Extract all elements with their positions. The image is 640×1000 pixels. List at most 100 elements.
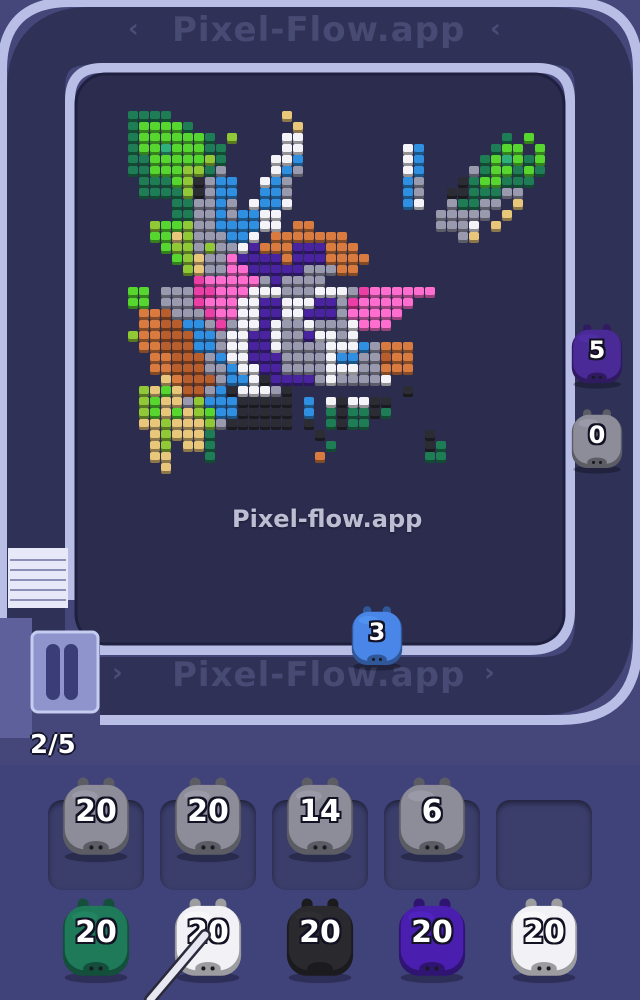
pixel-block (359, 408, 369, 419)
shooter-shape (307, 962, 333, 975)
queue-shooter[interactable]: 6 (386, 772, 478, 864)
pixel-block (205, 364, 215, 375)
queue-shooter[interactable]: 14 (274, 772, 366, 864)
pixel-block (216, 221, 226, 232)
pixel-block (150, 353, 160, 364)
pixel-block (227, 188, 237, 199)
pixel-block (183, 232, 193, 243)
pixel-block (436, 221, 446, 232)
pixel-block (414, 155, 424, 166)
pixel-block (370, 309, 380, 320)
pixel-block (348, 309, 358, 320)
pixel-block (392, 364, 402, 375)
pixel-block (447, 199, 457, 210)
queue-shooter[interactable]: 20 (162, 772, 254, 864)
pixel-block (260, 199, 270, 210)
queue-shooter[interactable]: 20 (498, 893, 590, 985)
queue-shooter[interactable]: 20 (274, 893, 366, 985)
pixel-block (205, 265, 215, 276)
pixel-block (249, 298, 259, 309)
pixel-block (216, 419, 226, 430)
pixel-block (469, 166, 479, 177)
pixel-block (337, 331, 347, 342)
pixel-block (139, 419, 149, 430)
pixel-block (150, 122, 160, 133)
pixel-block (260, 386, 270, 397)
pixel-block (205, 320, 215, 331)
pixel-block (348, 353, 358, 364)
pixel-block (194, 287, 204, 298)
pixel-block (238, 287, 248, 298)
pixel-block (139, 122, 149, 133)
chevron-left-icon: ‹ (128, 14, 139, 44)
pixel-block (172, 133, 182, 144)
pixel-block (183, 430, 193, 441)
shooter-count: 20 (187, 794, 229, 829)
pixel-block (271, 287, 281, 298)
shooter-count: 0 (588, 421, 606, 449)
pixel-block (139, 298, 149, 309)
pixel-block (282, 177, 292, 188)
pixel-block (172, 353, 182, 364)
shooter-shape (210, 966, 215, 971)
pixel-block (183, 122, 193, 133)
queue-slot-empty[interactable] (496, 800, 592, 890)
pixel-block (271, 375, 281, 386)
pixel-block (260, 210, 270, 221)
pixel-block (194, 342, 204, 353)
pixel-block (513, 177, 523, 188)
pixel-block (260, 320, 270, 331)
pixel-block (282, 287, 292, 298)
pixel-block (370, 353, 380, 364)
pixel-block (304, 298, 314, 309)
pixel-block (326, 331, 336, 342)
pixel-block (216, 232, 226, 243)
pixel-block (359, 320, 369, 331)
pixel-block (293, 298, 303, 309)
pixel-block (491, 188, 501, 199)
pixel-block (282, 199, 292, 210)
pixel-block (337, 375, 347, 386)
pixel-block (414, 166, 424, 177)
pixel-block (447, 188, 457, 199)
pixel-block (172, 364, 182, 375)
pixel-block (150, 419, 160, 430)
pixel-block (172, 155, 182, 166)
pixel-block (293, 287, 303, 298)
pixel-block (315, 320, 325, 331)
pixel-block (359, 298, 369, 309)
pixel-block (205, 155, 215, 166)
pixel-block (282, 353, 292, 364)
pixel-block (458, 188, 468, 199)
pixel-block (293, 166, 303, 177)
pixel-block (260, 353, 270, 364)
queue-shooter[interactable]: 20 (162, 893, 254, 985)
queue-shooter[interactable]: 20 (50, 893, 142, 985)
pixel-block (337, 364, 347, 375)
pixel-block (238, 375, 248, 386)
shooter-count: 20 (187, 915, 229, 950)
pixel-block (480, 166, 490, 177)
pixel-block (458, 177, 468, 188)
queue-shooter[interactable]: 20 (386, 893, 478, 985)
pixel-block (282, 243, 292, 254)
queue-shooter[interactable]: 20 (50, 772, 142, 864)
pixel-block (326, 243, 336, 254)
pixel-block (502, 188, 512, 199)
pixel-block (425, 430, 435, 441)
pixel-block (183, 408, 193, 419)
pixel-block (216, 155, 226, 166)
pixel-block (216, 342, 226, 353)
pixel-block (194, 199, 204, 210)
pixel-block (227, 243, 237, 254)
pixel-block (172, 298, 182, 309)
pixel-block (282, 276, 292, 287)
shooter-count: 20 (411, 915, 453, 950)
pixel-block (183, 155, 193, 166)
pixel-block (524, 133, 534, 144)
shooter-shape (425, 966, 430, 971)
shooter-shape (591, 460, 596, 464)
pixel-block (502, 210, 512, 221)
pixel-block (249, 276, 259, 287)
pixel-block (150, 397, 160, 408)
